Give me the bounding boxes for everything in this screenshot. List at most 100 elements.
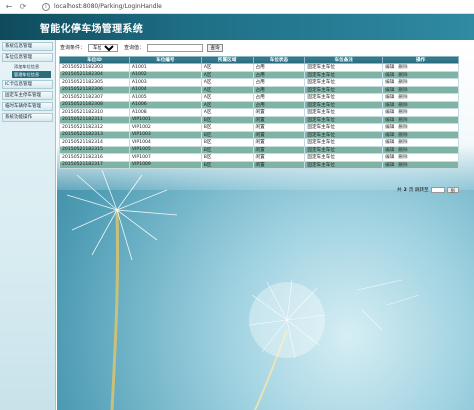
edit-link[interactable]: 编辑 bbox=[385, 88, 394, 93]
cell-area: B区 bbox=[200, 130, 254, 139]
cell-area: A区 bbox=[200, 78, 254, 87]
edit-link[interactable]: 编辑 bbox=[385, 148, 394, 153]
delete-link[interactable]: 删除 bbox=[398, 125, 407, 130]
table-row: 20150521182313 VIP1003 B区 闲置 固定车主车位 编辑 删除 bbox=[59, 130, 459, 139]
delete-link[interactable]: 删除 bbox=[398, 95, 407, 100]
cell-space-id: 20150521182303 bbox=[59, 63, 130, 72]
cell-space-id: 20150521182306 bbox=[59, 85, 130, 94]
edit-link[interactable]: 编辑 bbox=[385, 95, 394, 100]
cell-actions: 编辑 删除 bbox=[382, 100, 459, 109]
browser-address-bar: ← ⟳ i localhost:8080/Parking/LoginHandle bbox=[0, 0, 474, 14]
cell-status: 闲置 bbox=[252, 115, 306, 124]
sidebar-subitem-add-space[interactable]: 添加车位信息 bbox=[12, 63, 51, 70]
sidebar-subitem-manage-space[interactable]: 管理车位信息 bbox=[12, 71, 51, 78]
column-header-area: 所属区域 bbox=[200, 56, 254, 64]
cell-space-id: 20150521182316 bbox=[59, 153, 130, 162]
delete-link[interactable]: 删除 bbox=[398, 80, 407, 85]
edit-link[interactable]: 编辑 bbox=[385, 163, 394, 168]
column-header-space-id: 车位ID bbox=[59, 56, 130, 64]
pager-suffix: 页 跳转至 bbox=[408, 188, 429, 193]
cell-space-id: 20150521182304 bbox=[59, 70, 130, 79]
column-header-remark: 车位备注 bbox=[304, 56, 384, 64]
delete-link[interactable]: 删除 bbox=[398, 140, 407, 145]
cell-space-number: VIP1001 bbox=[128, 115, 202, 124]
cell-space-number: A1005 bbox=[128, 93, 202, 102]
search-value-input[interactable] bbox=[147, 43, 204, 52]
cell-remark: 固定车主车位 bbox=[304, 85, 384, 94]
cell-status: 闲置 bbox=[252, 138, 306, 147]
cell-remark: 固定车主车位 bbox=[304, 100, 384, 109]
cell-remark: 固定车主车位 bbox=[304, 145, 384, 154]
cell-space-number: VIP1005 bbox=[128, 145, 202, 154]
cell-space-number: A1001 bbox=[128, 63, 202, 72]
cell-status: 占用 bbox=[252, 100, 306, 109]
delete-link[interactable]: 删除 bbox=[398, 110, 407, 115]
cell-space-id: 20150521182313 bbox=[59, 130, 130, 139]
table-row: 20150521182315 VIP1005 B区 闲置 固定车主车位 编辑 删除 bbox=[59, 145, 459, 154]
cell-space-id: 20150521182305 bbox=[59, 78, 130, 87]
cell-area: B区 bbox=[200, 123, 254, 132]
pager-jump-input[interactable] bbox=[430, 187, 445, 193]
edit-link[interactable]: 编辑 bbox=[385, 118, 394, 123]
delete-link[interactable]: 删除 bbox=[398, 155, 407, 160]
sidebar-item-system-ops[interactable]: 系统功能操作 bbox=[2, 113, 53, 122]
cell-actions: 编辑 删除 bbox=[382, 93, 459, 102]
edit-link[interactable]: 编辑 bbox=[385, 125, 394, 130]
sidebar-item-temp-vehicle[interactable]: 临时车辆停车管理 bbox=[2, 102, 53, 111]
app-header: 智能化停车场管理系统 bbox=[0, 14, 474, 40]
cell-space-id: 20150521182310 bbox=[59, 108, 130, 117]
edit-link[interactable]: 编辑 bbox=[385, 133, 394, 138]
delete-link[interactable]: 删除 bbox=[398, 148, 407, 153]
edit-link[interactable]: 编辑 bbox=[385, 155, 394, 160]
sidebar-item-system-info[interactable]: 系统信息管理 bbox=[2, 42, 53, 51]
app-title: 智能化停车场管理系统 bbox=[40, 24, 143, 35]
url-text[interactable]: localhost:8080/Parking/LoginHandle bbox=[54, 3, 162, 10]
table-row: 20150521182308 A1006 A区 占用 固定车主车位 编辑 删除 bbox=[59, 100, 459, 109]
cell-area: B区 bbox=[200, 153, 254, 162]
edit-link[interactable]: 编辑 bbox=[385, 65, 394, 70]
cell-remark: 固定车主车位 bbox=[304, 138, 384, 147]
cell-status: 占用 bbox=[252, 63, 306, 72]
search-condition-select[interactable]: 车位ID bbox=[88, 43, 119, 52]
cell-space-number: VIP1003 bbox=[128, 130, 202, 139]
edit-link[interactable]: 编辑 bbox=[385, 73, 394, 78]
info-icon[interactable]: i bbox=[42, 2, 50, 11]
search-value-label: 查询值： bbox=[124, 45, 145, 51]
table-row: 20150521182306 A1004 A区 占用 固定车主车位 编辑 删除 bbox=[59, 85, 459, 94]
sidebar-item-space-info[interactable]: 车位信息管理 bbox=[2, 53, 53, 62]
cell-actions: 编辑 删除 bbox=[382, 153, 459, 162]
delete-link[interactable]: 删除 bbox=[398, 163, 407, 168]
cell-space-id: 20150521182315 bbox=[59, 145, 130, 154]
edit-link[interactable]: 编辑 bbox=[385, 103, 394, 108]
delete-link[interactable]: 删除 bbox=[398, 65, 407, 70]
cell-remark: 固定车主车位 bbox=[304, 123, 384, 132]
cell-area: A区 bbox=[200, 85, 254, 94]
cell-area: A区 bbox=[200, 108, 254, 117]
sidebar-item-ic-card[interactable]: IC卡信息管理 bbox=[2, 80, 53, 89]
reload-icon[interactable]: ⟳ bbox=[18, 2, 28, 12]
sidebar-item-fixed-owner[interactable]: 固定车主停车管理 bbox=[2, 91, 53, 100]
delete-link[interactable]: 删除 bbox=[398, 73, 407, 78]
edit-link[interactable]: 编辑 bbox=[385, 80, 394, 85]
cell-space-number: VIP1004 bbox=[128, 138, 202, 147]
cell-status: 闲置 bbox=[252, 153, 306, 162]
column-header-space-number: 车位编号 bbox=[128, 56, 202, 64]
delete-link[interactable]: 删除 bbox=[398, 118, 407, 123]
search-button[interactable]: 查询 bbox=[207, 43, 224, 52]
main-content: 查询条件： 车位ID 查询值： 查询 车位ID 车位编号 所属区域 车位状态 车… bbox=[57, 40, 474, 410]
pager-go-button[interactable]: 到 bbox=[446, 187, 459, 193]
cell-remark: 固定车主车位 bbox=[304, 160, 384, 169]
delete-link[interactable]: 删除 bbox=[398, 88, 407, 93]
cell-actions: 编辑 删除 bbox=[382, 63, 459, 72]
cell-remark: 固定车主车位 bbox=[304, 115, 384, 124]
edit-link[interactable]: 编辑 bbox=[385, 140, 394, 145]
cell-space-id: 20150521182311 bbox=[59, 115, 130, 124]
cell-area: A区 bbox=[200, 100, 254, 109]
edit-link[interactable]: 编辑 bbox=[385, 110, 394, 115]
delete-link[interactable]: 删除 bbox=[398, 133, 407, 138]
delete-link[interactable]: 删除 bbox=[398, 103, 407, 108]
cell-actions: 编辑 删除 bbox=[382, 138, 459, 147]
back-icon[interactable]: ← bbox=[4, 2, 14, 12]
search-bar: 查询条件： 车位ID 查询值： 查询 bbox=[60, 43, 224, 52]
cell-space-number: VIP1009 bbox=[128, 160, 202, 169]
